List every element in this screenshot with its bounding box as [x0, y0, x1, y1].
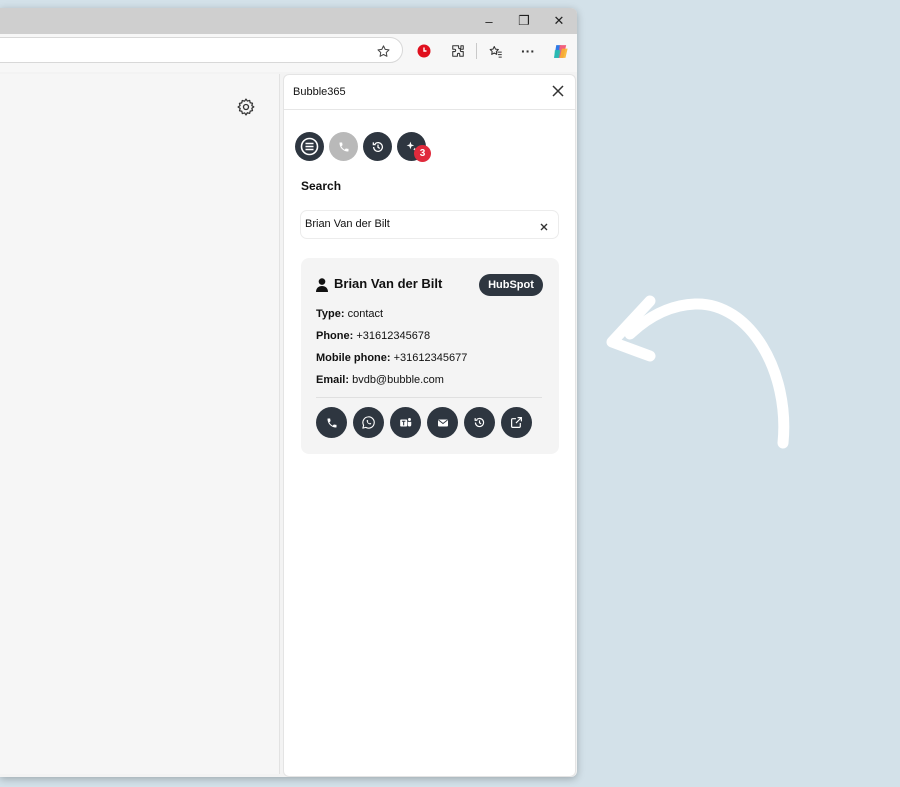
curved-arrow-icon [606, 295, 790, 449]
field-type: Type: contact [316, 308, 383, 320]
contact-history-button[interactable] [464, 407, 495, 438]
panel-header: Bubble365 [284, 75, 575, 110]
history-icon [474, 417, 485, 428]
mail-icon [437, 419, 448, 426]
minimize-button[interactable]: – [472, 8, 506, 34]
copilot-icon[interactable] [549, 40, 571, 62]
field-value[interactable]: +31612345678 [356, 330, 430, 342]
bubble365-side-panel: Bubble365 3 Search Brian Van der Bilt Br… [283, 74, 576, 777]
field-value[interactable]: +31612345677 [394, 352, 468, 364]
person-icon [316, 278, 328, 292]
history-button[interactable] [363, 132, 392, 161]
teams-icon [399, 417, 411, 426]
external-link-icon [511, 417, 522, 428]
more-icon[interactable]: ··· [517, 40, 539, 62]
browser-window: – ❐ ✕ ··· Bubble365 3 Search Brian Van d… [0, 8, 577, 777]
restore-button[interactable]: ❐ [507, 8, 541, 34]
source-badge[interactable]: HubSpot [479, 274, 543, 296]
title-bar: – ❐ ✕ [0, 8, 577, 34]
gear-icon[interactable] [236, 97, 256, 117]
menu-button[interactable] [295, 132, 324, 161]
field-label: Mobile phone: [316, 352, 391, 364]
whatsapp-icon [362, 416, 375, 429]
record-icon[interactable] [413, 40, 435, 62]
field-phone: Phone: +31612345678 [316, 330, 430, 342]
teams-button[interactable] [390, 407, 421, 438]
contact-result-card: Brian Van der Bilt HubSpot Type: contact… [301, 258, 559, 454]
close-icon[interactable] [550, 83, 566, 99]
favorites-icon[interactable] [484, 40, 506, 62]
call-button[interactable] [329, 132, 358, 161]
card-divider [316, 397, 542, 398]
whatsapp-button[interactable] [353, 407, 384, 438]
notification-badge: 3 [414, 145, 431, 162]
panel-title: Bubble365 [293, 86, 346, 98]
email-button[interactable] [427, 407, 458, 438]
page-content-area [0, 74, 280, 774]
phone-icon [327, 418, 336, 427]
menu-icon [300, 137, 319, 156]
contact-name[interactable]: Brian Van der Bilt [334, 276, 442, 291]
search-field [300, 210, 559, 239]
field-mobile-phone: Mobile phone: +31612345677 [316, 352, 467, 364]
browser-toolbar: ··· [0, 34, 577, 72]
address-bar[interactable] [0, 37, 403, 63]
phone-icon [339, 142, 348, 151]
field-label: Phone: [316, 330, 354, 342]
close-window-button[interactable]: ✕ [542, 8, 576, 34]
field-label: Type: [316, 308, 345, 320]
field-value[interactable]: bvdb@bubble.com [352, 374, 444, 386]
star-icon[interactable] [372, 40, 394, 62]
field-value: contact [347, 308, 384, 320]
search-input[interactable] [305, 216, 525, 232]
extensions-icon[interactable] [447, 40, 469, 62]
clear-icon[interactable] [539, 219, 549, 231]
field-label: Email: [316, 374, 350, 386]
field-email: Email: bvdb@bubble.com [316, 374, 444, 386]
search-heading: Search [301, 179, 342, 193]
call-contact-button[interactable] [316, 407, 347, 438]
open-in-crm-button[interactable] [501, 407, 532, 438]
toolbar-separator [476, 43, 477, 59]
history-icon [372, 141, 383, 152]
